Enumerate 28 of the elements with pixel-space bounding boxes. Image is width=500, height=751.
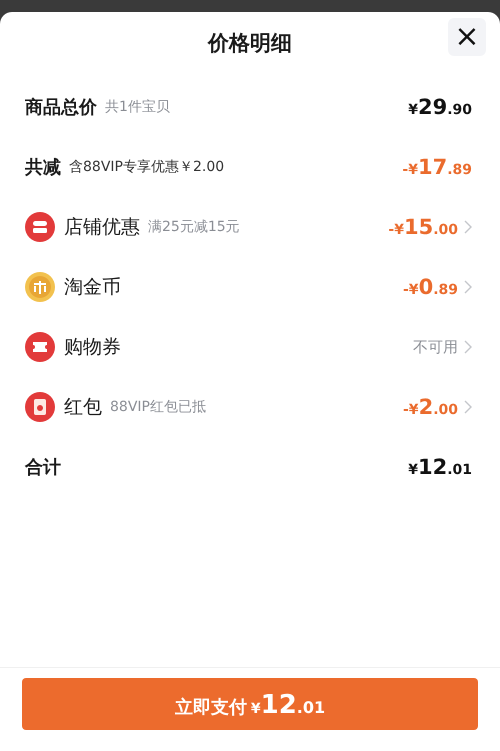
price-amount: -¥17.89 (402, 155, 472, 179)
row-note: 88VIP红包已抵 (110, 398, 206, 416)
row-label: 店铺优惠 (64, 215, 140, 240)
row-label: 购物券 (64, 335, 121, 360)
chevron-right-icon[interactable] (464, 340, 472, 354)
price-amount: -¥0.89 (403, 275, 458, 299)
row-label: 商品总价 (25, 96, 97, 119)
coin-icon (25, 272, 55, 302)
envelope-icon (25, 392, 55, 422)
row-note: 含88VIP专享优惠￥2.00 (69, 158, 224, 176)
row-label: 淘金币 (64, 275, 121, 300)
ticket-icon (25, 332, 55, 362)
price-amount: ¥29.90 (408, 95, 472, 119)
price-amount: ¥12.01 (408, 455, 472, 479)
price-amount: -¥15.00 (388, 215, 458, 239)
row-label: 合计 (25, 456, 61, 479)
price-amount: -¥2.00 (403, 395, 458, 419)
chevron-right-icon[interactable] (464, 400, 472, 414)
chevron-right-icon[interactable] (464, 280, 472, 294)
status-text: 不可用 (413, 338, 458, 356)
close-button[interactable]: × (448, 18, 486, 56)
row-note: 共1件宝贝 (105, 98, 170, 116)
row-label: 共减 (25, 156, 61, 179)
row-note: 满25元减15元 (148, 218, 240, 236)
chevron-right-icon[interactable] (464, 220, 472, 234)
sheet-title: 价格明细 (208, 30, 292, 57)
shop-icon (25, 212, 55, 242)
row-label: 红包 (64, 395, 102, 420)
